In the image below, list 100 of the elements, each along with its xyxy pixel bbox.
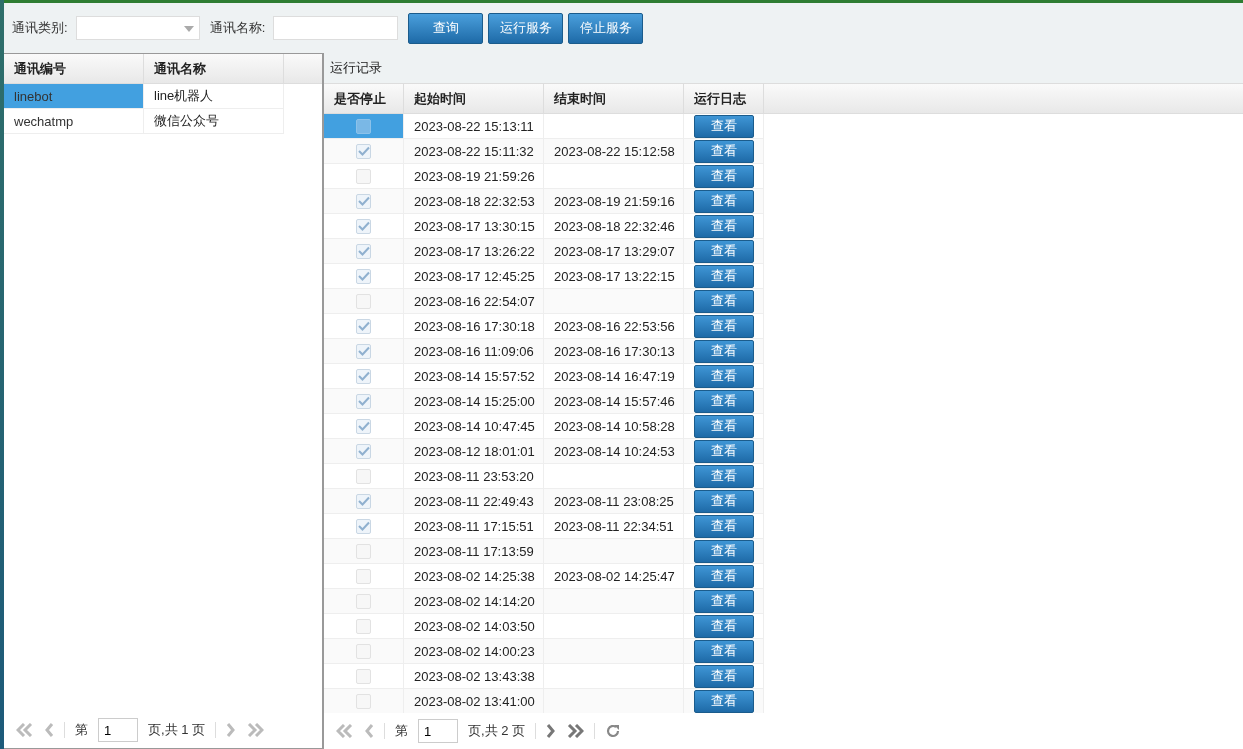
column-header: 是否停止 <box>324 84 404 113</box>
caret-icon <box>183 26 194 32</box>
view-button[interactable]: 查看 <box>693 464 754 488</box>
toolbar-button[interactable]: 运行服务 <box>488 12 564 44</box>
checkbox-cell[interactable] <box>324 589 404 614</box>
view-button[interactable]: 查看 <box>693 339 754 363</box>
table-cell: line机器人 <box>144 84 284 109</box>
table-cell: 微信公众号 <box>144 109 284 134</box>
channel-row[interactable]: wechatmp 微信公众号 <box>4 109 284 134</box>
checkbox-cell[interactable] <box>324 439 404 464</box>
table-cell: 2023-08-11 23:08:25 <box>544 489 684 514</box>
first-page-icon[interactable] <box>336 724 354 738</box>
view-button[interactable]: 查看 <box>693 239 754 263</box>
checkbox-cell[interactable] <box>324 139 404 164</box>
checkbox-cell[interactable] <box>324 489 404 514</box>
refresh-icon[interactable] <box>605 723 622 739</box>
view-button[interactable]: 查看 <box>693 564 754 588</box>
view-button[interactable]: 查看 <box>693 639 754 663</box>
view-button[interactable]: 查看 <box>693 439 754 463</box>
name-label: 通讯名称: <box>209 19 266 37</box>
previous-page-icon[interactable] <box>364 724 374 738</box>
checkbox[interactable] <box>356 618 371 634</box>
checkbox[interactable] <box>356 443 371 459</box>
table-cell: 2023-08-16 11:09:06 <box>404 339 544 364</box>
checkbox[interactable] <box>356 143 371 159</box>
table-cell: 2023-08-12 18:01:01 <box>404 439 544 464</box>
checkbox[interactable] <box>356 593 371 609</box>
checkbox[interactable] <box>356 343 371 359</box>
view-button[interactable]: 查看 <box>693 114 754 138</box>
view-button[interactable]: 查看 <box>693 389 754 413</box>
view-button[interactable]: 查看 <box>693 664 754 688</box>
next-page-icon[interactable] <box>226 723 237 737</box>
checkbox-cell[interactable] <box>324 689 404 713</box>
view-button[interactable]: 查看 <box>693 314 754 338</box>
panel-title: 运行记录 <box>330 59 382 77</box>
view-button[interactable]: 查看 <box>693 364 754 388</box>
checkbox[interactable] <box>356 418 371 434</box>
view-button[interactable]: 查看 <box>693 614 754 638</box>
view-button[interactable]: 查看 <box>693 689 754 713</box>
page-label: 第 <box>75 721 88 739</box>
next-page-icon[interactable] <box>546 724 557 738</box>
checkbox-cell[interactable] <box>324 239 404 264</box>
category-dropdown[interactable] <box>75 16 200 40</box>
page-label: 第 <box>395 722 408 740</box>
checkbox-cell[interactable] <box>324 189 404 214</box>
checkbox[interactable] <box>356 493 371 509</box>
checkbox[interactable] <box>356 118 371 134</box>
checkbox-cell[interactable] <box>324 389 404 414</box>
name-input-field[interactable] <box>273 16 399 40</box>
view-button[interactable]: 查看 <box>693 589 754 613</box>
table-cell: 2023-08-22 15:12:58 <box>544 139 684 164</box>
checkbox[interactable] <box>356 693 371 709</box>
checkbox[interactable] <box>356 468 371 484</box>
checkbox[interactable] <box>356 193 371 209</box>
checkbox[interactable] <box>356 168 371 184</box>
page-number-field[interactable]: 1 <box>98 718 138 742</box>
table-cell: 2023-08-14 10:24:53 <box>544 439 684 464</box>
checkbox[interactable] <box>356 668 371 684</box>
view-button[interactable]: 查看 <box>693 414 754 438</box>
view-button[interactable]: 查看 <box>693 139 754 163</box>
view-button[interactable]: 查看 <box>693 189 754 213</box>
table-cell: 2023-08-19 21:59:16 <box>544 189 684 214</box>
page-number-field[interactable]: 1 <box>418 719 458 743</box>
checkbox[interactable] <box>356 268 371 284</box>
toolbar-button[interactable]: 查询 <box>408 12 484 44</box>
checkbox[interactable] <box>356 643 371 659</box>
checkbox[interactable] <box>356 518 371 534</box>
table-cell: linebot <box>4 84 144 109</box>
toolbar-button[interactable]: 停止服务 <box>568 12 644 44</box>
first-page-icon[interactable] <box>16 723 34 737</box>
checkbox[interactable] <box>356 243 371 259</box>
view-button[interactable]: 查看 <box>693 164 754 188</box>
checkbox[interactable] <box>356 543 371 559</box>
checkbox-cell[interactable] <box>324 339 404 364</box>
checkbox-cell[interactable] <box>324 639 404 664</box>
table-cell: 2023-08-16 17:30:13 <box>544 339 684 364</box>
checkbox-cell[interactable] <box>324 114 404 139</box>
column-header: 结束时间 <box>544 84 684 113</box>
column-header: 通讯名称 <box>144 54 284 83</box>
last-page-icon[interactable] <box>246 723 265 737</box>
view-button[interactable]: 查看 <box>693 514 754 538</box>
checkbox[interactable] <box>356 293 371 309</box>
checkbox[interactable] <box>356 318 371 334</box>
view-button[interactable]: 查看 <box>693 539 754 563</box>
view-button[interactable]: 查看 <box>693 489 754 513</box>
checkbox[interactable] <box>356 393 371 409</box>
checkbox-cell[interactable] <box>324 539 404 564</box>
view-button[interactable]: 查看 <box>693 289 754 313</box>
previous-page-icon[interactable] <box>44 723 54 737</box>
view-button[interactable]: 查看 <box>693 214 754 238</box>
checkbox[interactable] <box>356 218 371 234</box>
last-page-icon[interactable] <box>566 724 585 738</box>
channel-row[interactable]: linebot line机器人 <box>4 84 284 109</box>
checkbox[interactable] <box>356 568 371 584</box>
view-button[interactable]: 查看 <box>693 264 754 288</box>
table-cell: 2023-08-14 15:57:46 <box>544 389 684 414</box>
table-cell: 2023-08-02 13:41:00 <box>404 689 544 713</box>
checkbox-cell[interactable] <box>324 289 404 314</box>
table-cell: 2023-08-02 14:00:23 <box>404 639 544 664</box>
checkbox[interactable] <box>356 368 371 384</box>
